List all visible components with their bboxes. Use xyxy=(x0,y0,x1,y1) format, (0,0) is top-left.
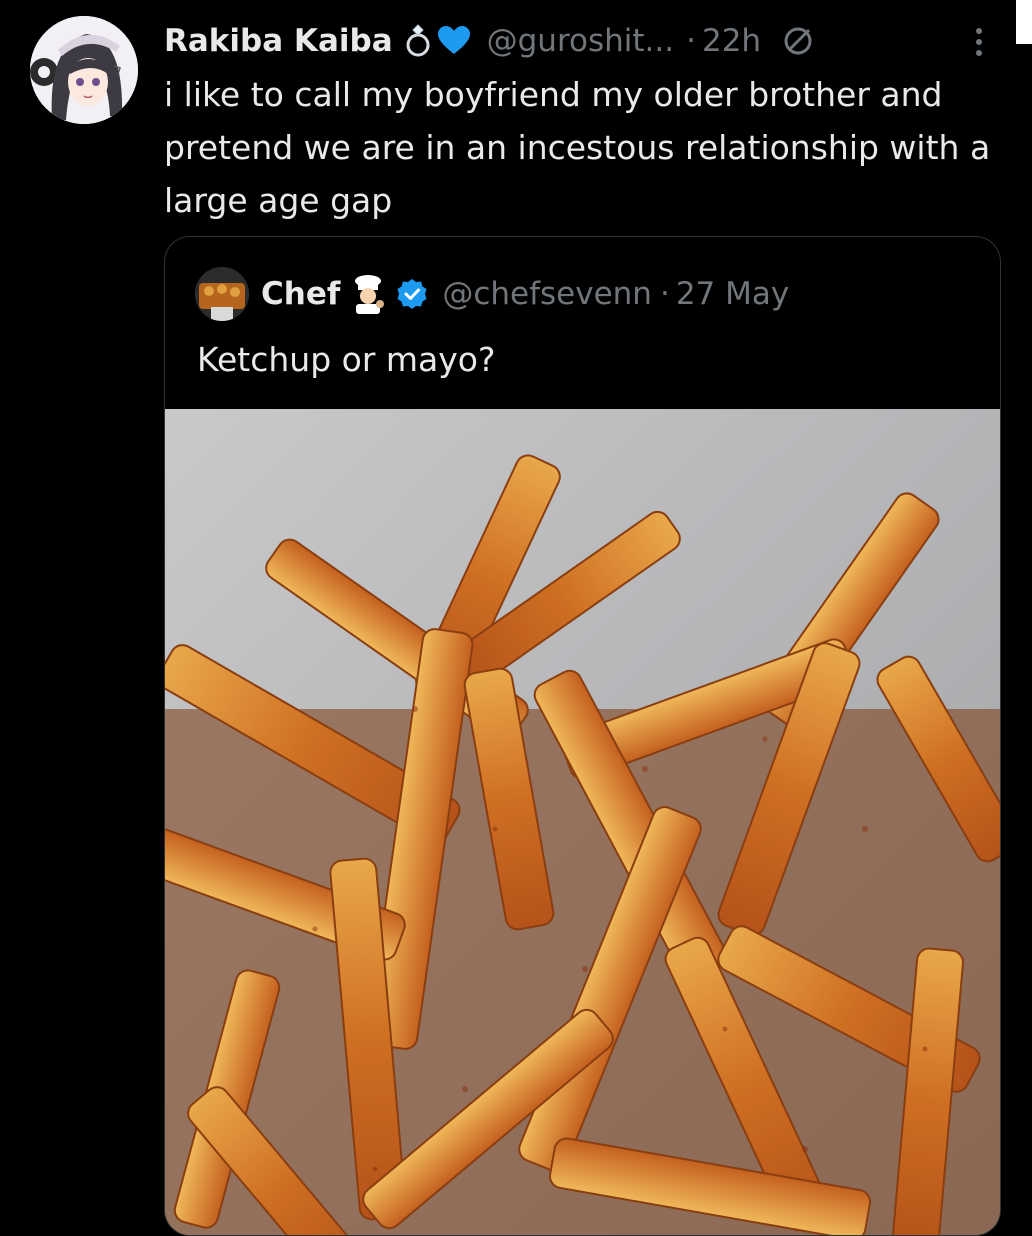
quoted-author-name[interactable]: Chef xyxy=(261,276,340,312)
separator-dot: · xyxy=(686,23,696,59)
verified-badge-icon xyxy=(396,278,428,310)
ring-emoji-icon xyxy=(403,24,433,58)
french-fries-photo[interactable] xyxy=(165,409,1000,1235)
author-name[interactable]: Rakiba Kaiba xyxy=(164,23,393,59)
tweet[interactable]: Rakiba Kaiba @guroshit... · 22h i like t… xyxy=(0,0,1032,1236)
quoted-tweet-card[interactable]: Chef @chefsevenn · 27 May Ketchup or may… xyxy=(164,236,1001,1236)
blue-heart-emoji-icon xyxy=(437,26,471,56)
quoted-header: Chef @chefsevenn · 27 May xyxy=(261,271,789,317)
quoted-author-avatar[interactable] xyxy=(195,267,249,321)
author-avatar[interactable] xyxy=(30,16,138,124)
tweet-text: i like to call my boyfriend my older bro… xyxy=(164,75,991,220)
quoted-text: Ketchup or mayo? xyxy=(197,340,496,379)
chef-emoji-icon xyxy=(350,274,386,314)
author-handle[interactable]: @guroshit... xyxy=(487,23,674,59)
more-options-icon[interactable] xyxy=(964,22,994,62)
quoted-date[interactable]: 27 May xyxy=(676,276,789,312)
scrollbar[interactable] xyxy=(1016,0,1032,44)
tweet-header: Rakiba Kaiba @guroshit... · 22h xyxy=(164,18,815,64)
prohibited-icon xyxy=(781,24,815,58)
tweet-time[interactable]: 22h xyxy=(702,23,761,59)
quoted-author-handle[interactable]: @chefsevenn xyxy=(442,276,652,312)
separator-dot: · xyxy=(659,276,670,312)
